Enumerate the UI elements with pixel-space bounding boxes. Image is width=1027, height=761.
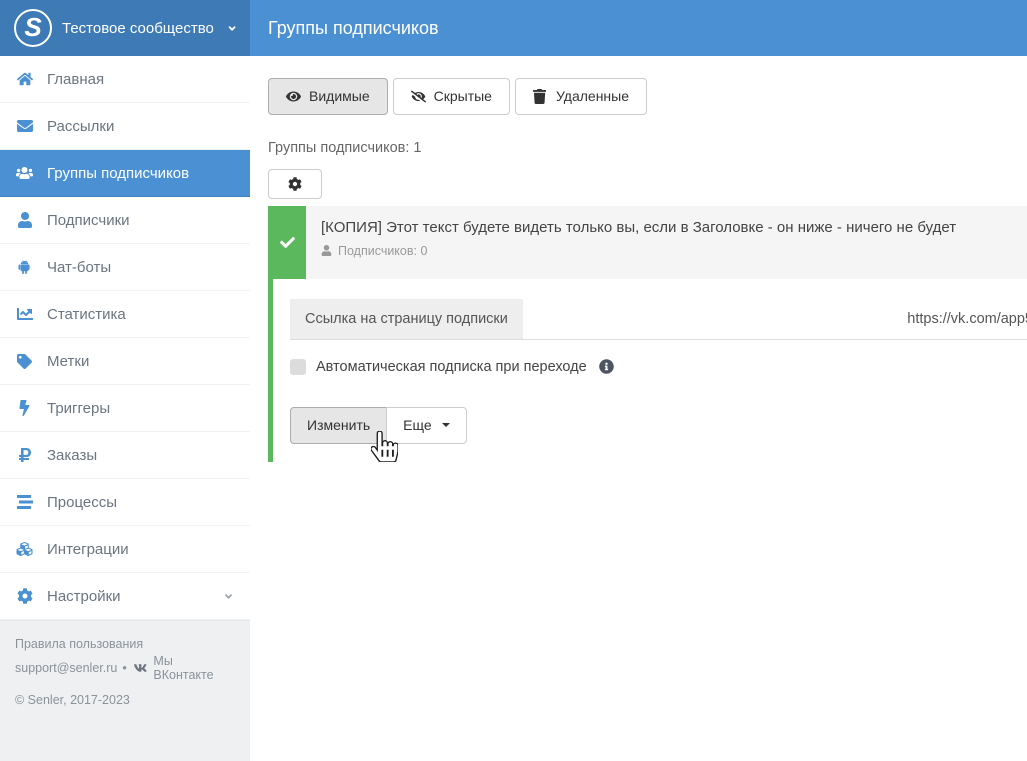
sidebar-item-orders[interactable]: Заказы	[0, 432, 250, 479]
filter-visible-label: Видимые	[309, 87, 370, 106]
gears-icon	[16, 588, 33, 605]
auto-subscribe-checkbox[interactable]	[290, 359, 306, 375]
gear-icon	[288, 177, 302, 191]
sidebar-item-label: Настройки	[47, 588, 121, 605]
app-window: S Тестовое сообщество Главная Рассылки Г…	[0, 0, 1027, 761]
info-icon[interactable]	[599, 359, 614, 374]
sidebar-item-mailings[interactable]: Рассылки	[0, 103, 250, 150]
group-card-header[interactable]: [КОПИЯ] Этот текст будете видеть только …	[268, 206, 1027, 279]
sidebar-item-chatbots[interactable]: Чат-боты	[0, 244, 250, 291]
groups-count: Группы подписчиков: 1	[268, 140, 1027, 156]
filter-visible-button[interactable]: Видимые	[268, 78, 388, 115]
sidebar-item-tags[interactable]: Метки	[0, 338, 250, 385]
sidebar-item-subscribers[interactable]: Подписчики	[0, 197, 250, 244]
sidebar-item-label: Чат-боты	[47, 259, 111, 276]
edit-button-label: Изменить	[307, 416, 370, 435]
subscription-link-label: Ссылка на страницу подписки	[290, 299, 523, 339]
edit-button[interactable]: Изменить	[290, 407, 387, 444]
sidebar-item-label: Группы подписчиков	[47, 165, 189, 182]
sidebar-item-label: Подписчики	[47, 212, 130, 229]
chevron-down-icon	[223, 591, 234, 602]
filter-hidden-label: Скрытые	[434, 87, 492, 106]
subscription-link-url[interactable]: https://vk.com/app5	[907, 311, 1027, 327]
subscribers-count-label: Подписчиков: 0	[338, 244, 427, 258]
group-title: [КОПИЯ] Этот текст будете видеть только …	[321, 219, 956, 236]
sidebar-item-label: Триггеры	[47, 400, 110, 417]
sidebar-item-triggers[interactable]: Триггеры	[0, 385, 250, 432]
vk-community-link[interactable]: Мы ВКонтакте	[153, 654, 235, 682]
group-card-body: Ссылка на страницу подписки https://vk.c…	[268, 279, 1027, 462]
more-button[interactable]: Еще	[386, 407, 467, 444]
visibility-filter-group: Видимые Скрытые Удаленные	[268, 78, 1027, 115]
filter-hidden-button[interactable]: Скрытые	[393, 78, 510, 115]
ruble-icon	[16, 447, 33, 464]
users-icon	[16, 165, 33, 182]
sidebar-item-label: Заказы	[47, 447, 97, 464]
community-name: Тестовое сообщество	[62, 20, 214, 37]
cubes-icon	[16, 541, 33, 558]
eye-icon	[286, 89, 301, 104]
group-actions: Изменить Еще	[290, 407, 1027, 444]
home-icon	[16, 71, 33, 88]
sidebar-item-processes[interactable]: Процессы	[0, 479, 250, 526]
sidebar-footer: Правила пользования support@senler.ru • …	[0, 620, 250, 761]
subscriber-group-card: [КОПИЯ] Этот текст будете видеть только …	[268, 206, 1027, 462]
group-card-head-main: [КОПИЯ] Этот текст будете видеть только …	[306, 206, 971, 279]
terms-link[interactable]: Правила пользования	[15, 637, 143, 651]
stream-icon	[16, 494, 33, 511]
robot-icon	[16, 259, 33, 276]
subscription-link-row[interactable]: Ссылка на страницу подписки https://vk.c…	[290, 299, 1027, 340]
more-button-label: Еще	[403, 416, 432, 435]
caret-down-icon	[442, 423, 450, 427]
content: Видимые Скрытые Удаленные Группы подписч…	[250, 56, 1027, 761]
vk-icon	[132, 662, 149, 674]
sidebar-item-integrations[interactable]: Интеграции	[0, 526, 250, 573]
sidebar-item-label: Рассылки	[47, 118, 114, 135]
chevron-down-icon	[228, 23, 236, 34]
sidebar-item-statistics[interactable]: Статистика	[0, 291, 250, 338]
sidebar-item-label: Процессы	[47, 494, 117, 511]
main-area: Группы подписчиков Видимые Скрытые Удале…	[250, 0, 1027, 761]
sidebar-item-label: Метки	[47, 353, 89, 370]
sidebar-item-settings[interactable]: Настройки	[0, 573, 250, 620]
senler-logo-icon: S	[14, 9, 52, 47]
sidebar-item-home[interactable]: Главная	[0, 56, 250, 103]
filter-deleted-label: Удаленные	[556, 87, 629, 106]
support-email-link[interactable]: support@senler.ru	[15, 661, 117, 675]
group-subscribers: Подписчиков: 0	[321, 244, 956, 258]
copyright-text: © Senler, 2017-2023	[15, 693, 235, 707]
trash-icon	[533, 89, 548, 104]
bolt-icon	[16, 400, 33, 417]
auto-subscribe-label: Автоматическая подписка при переходе	[316, 359, 587, 375]
sidebar: S Тестовое сообщество Главная Рассылки Г…	[0, 0, 250, 761]
separator-dot: •	[122, 661, 126, 675]
list-settings-button[interactable]	[268, 169, 322, 199]
sidebar-item-label: Интеграции	[47, 541, 129, 558]
eye-slash-icon	[411, 89, 426, 104]
tag-icon	[16, 353, 33, 370]
group-status-check	[268, 206, 306, 279]
user-icon	[16, 212, 33, 229]
community-selector[interactable]: S Тестовое сообщество	[0, 0, 250, 56]
chart-line-icon	[16, 306, 33, 323]
sidebar-item-label: Статистика	[47, 306, 126, 323]
sidebar-nav: Главная Рассылки Группы подписчиков Подп…	[0, 56, 250, 620]
sidebar-item-label: Главная	[47, 71, 104, 88]
page-header: Группы подписчиков	[250, 0, 1027, 56]
auto-subscribe-row[interactable]: Автоматическая подписка при переходе	[290, 349, 1027, 385]
page-title: Группы подписчиков	[268, 18, 439, 39]
filter-deleted-button[interactable]: Удаленные	[515, 78, 647, 115]
envelope-icon	[16, 118, 33, 135]
sidebar-item-subscriber-groups[interactable]: Группы подписчиков	[0, 150, 250, 197]
user-icon	[321, 245, 332, 256]
check-icon	[280, 235, 295, 250]
